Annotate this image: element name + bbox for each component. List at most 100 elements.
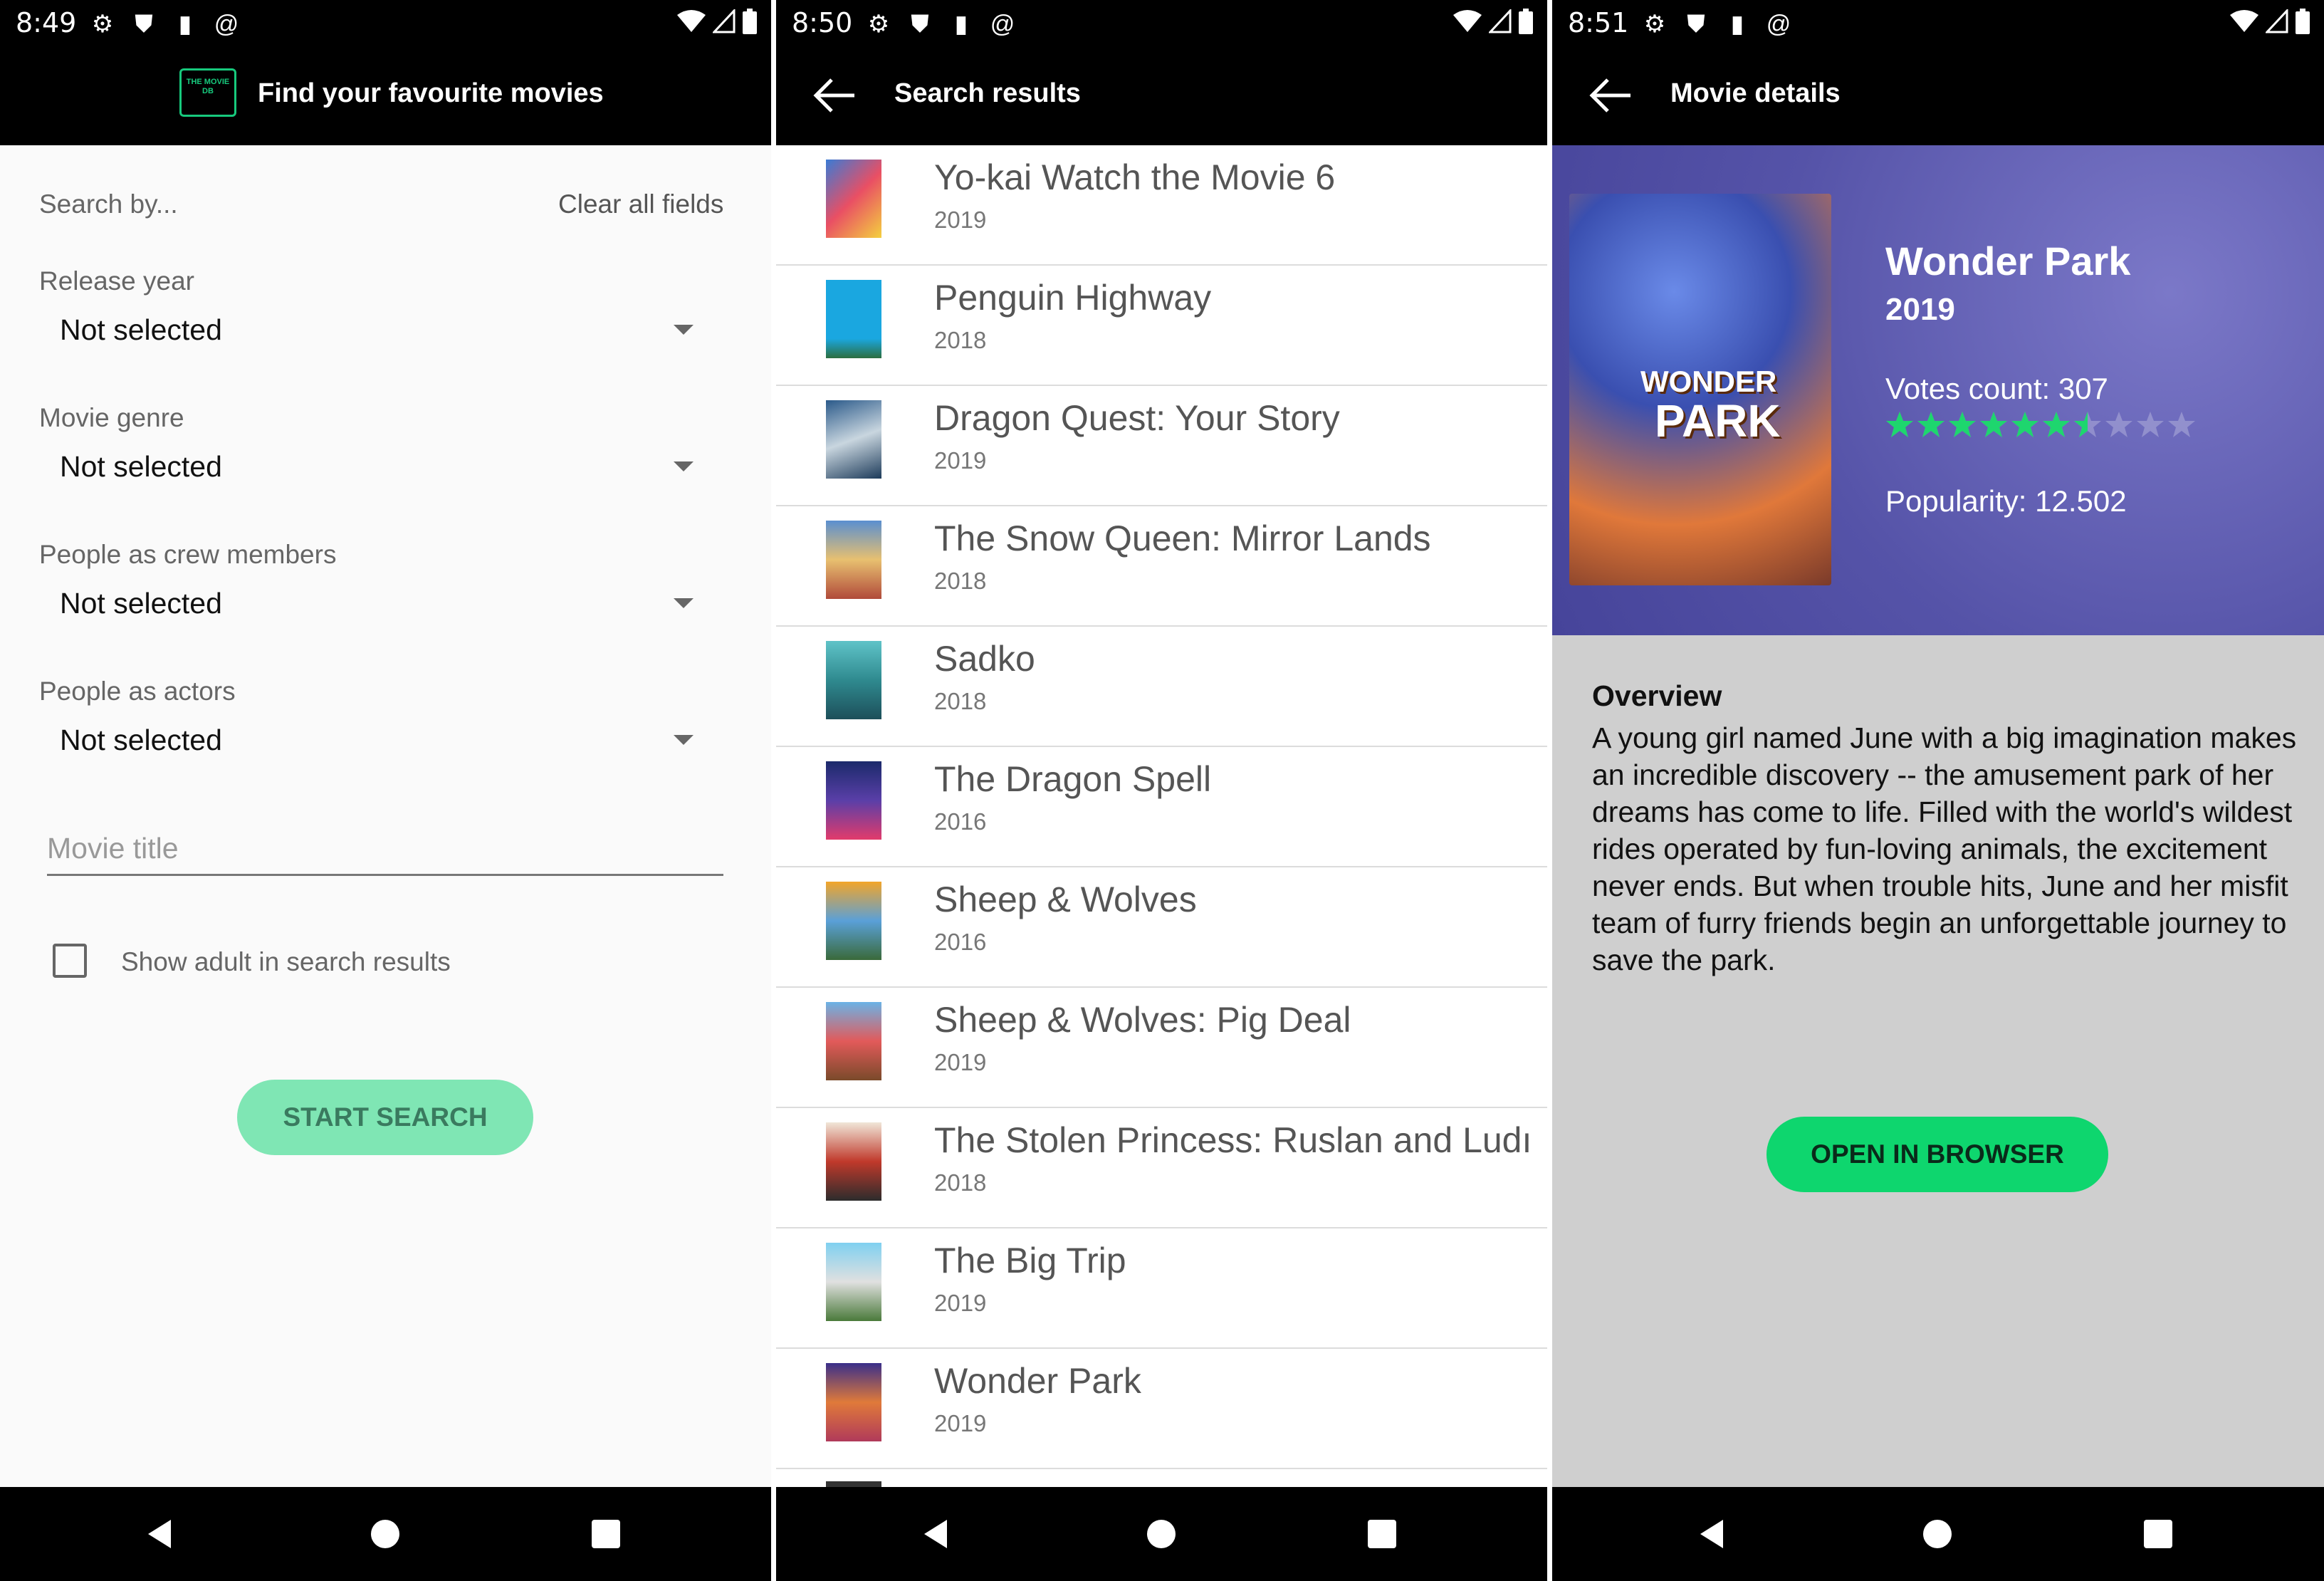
rating-star-icon xyxy=(2168,412,2195,437)
results-screen: 8:50 ⚙ ⛊ ▮ @ Search results Yo-kai Watch… xyxy=(776,0,1547,1581)
list-item[interactable]: Sheep & Wolves: Pig Deal 2019 xyxy=(776,988,1547,1108)
rating-star-icon xyxy=(1917,412,1944,437)
result-title: Sheep & Wolves xyxy=(934,880,1197,919)
poster-thumbnail xyxy=(826,1122,881,1201)
release-year-dropdown[interactable]: Not selected xyxy=(43,306,705,356)
result-title: Yo-kai Watch the Movie 6 xyxy=(934,157,1336,197)
result-year: 2019 xyxy=(934,207,987,233)
list-item[interactable]: Sheep & Wolves 2016 xyxy=(776,867,1547,988)
poster-thumbnail xyxy=(826,1002,881,1080)
start-search-button[interactable]: START SEARCH xyxy=(237,1080,533,1155)
dropdown-caret-icon xyxy=(674,325,693,335)
battery-icon xyxy=(1519,9,1533,34)
poster-title-line1: WONDER xyxy=(1640,365,1777,398)
crew-members-label: People as crew members xyxy=(39,540,337,569)
overview-heading: Overview xyxy=(1592,679,1722,712)
search-by-label: Search by... xyxy=(39,189,178,219)
app-bar: Movie details xyxy=(1552,47,2324,145)
sd-card-icon: ▮ xyxy=(954,11,968,38)
show-adult-label: Show adult in search results xyxy=(121,947,451,976)
rating-star-icon xyxy=(2105,412,2132,437)
settings-gear-icon: ⚙ xyxy=(91,11,114,38)
details-screen: 8:51 ⚙ ⛊ ▮ @ Movie details WONDER PARK W… xyxy=(1552,0,2324,1581)
back-nav-icon[interactable] xyxy=(142,1515,179,1553)
result-year: 2019 xyxy=(934,1410,987,1436)
back-arrow-icon[interactable] xyxy=(812,75,857,115)
movie-genre-dropdown[interactable]: Not selected xyxy=(43,443,705,493)
votes-count: Votes count: 307 xyxy=(1885,372,2108,405)
result-year: 2018 xyxy=(934,568,987,594)
page-title: Search results xyxy=(894,78,1081,108)
result-year: 2018 xyxy=(934,688,987,714)
list-item[interactable]: The Snow Queen: Mirror Lands 2018 xyxy=(776,506,1547,627)
overview-text: A young girl named June with a big imagi… xyxy=(1592,721,2297,976)
dropdown-caret-icon xyxy=(674,735,693,745)
list-item[interactable]: Wonder Park 2019 xyxy=(776,1349,1547,1469)
rating-star-icon xyxy=(2137,412,2164,437)
release-year-value: Not selected xyxy=(60,313,222,346)
movie-title-input[interactable]: Movie title xyxy=(47,819,723,876)
open-in-browser-button[interactable]: OPEN IN BROWSER xyxy=(1766,1117,2108,1192)
rating-stars xyxy=(1885,410,2196,439)
list-item[interactable]: The Stolen Princess: Ruslan and Ludı 201… xyxy=(776,1108,1547,1228)
crew-members-dropdown[interactable]: Not selected xyxy=(43,580,705,630)
rating-star-icon xyxy=(2011,412,2038,437)
wifi-icon xyxy=(1453,10,1482,32)
movie-year: 2019 xyxy=(1885,292,1955,327)
result-year: 2018 xyxy=(934,327,987,353)
list-item[interactable]: Yo-kai Watch the Movie 6 2019 xyxy=(776,145,1547,266)
result-year: 2019 xyxy=(934,447,987,474)
release-year-label: Release year xyxy=(39,266,195,296)
crew-members-value: Not selected xyxy=(60,587,222,620)
at-sign-icon: @ xyxy=(214,11,239,38)
home-nav-icon[interactable] xyxy=(367,1515,404,1553)
rating-star-icon xyxy=(1949,412,1976,437)
home-nav-icon[interactable] xyxy=(1919,1515,1956,1553)
result-title: The Big Trip xyxy=(934,1241,1126,1280)
actors-dropdown[interactable]: Not selected xyxy=(43,716,705,766)
poster-thumbnail xyxy=(826,400,881,479)
result-title: The Snow Queen: Mirror Lands xyxy=(934,518,1431,558)
shield-icon: ⛊ xyxy=(1687,11,1705,38)
signal-icon xyxy=(713,9,736,33)
actors-label: People as actors xyxy=(39,677,236,706)
status-time: 8:50 xyxy=(792,7,853,38)
rating-star-icon xyxy=(2043,412,2070,437)
nav-bar xyxy=(0,1487,771,1581)
clear-all-fields-button[interactable]: Clear all fields xyxy=(558,189,723,219)
back-nav-icon[interactable] xyxy=(918,1515,956,1553)
result-title: Sadko xyxy=(934,639,1035,679)
app-bar: Search results xyxy=(776,47,1547,145)
result-year: 2019 xyxy=(934,1049,987,1075)
poster-thumbnail xyxy=(826,882,881,960)
app-bar: THE MOVIE DB Find your favourite movies xyxy=(0,47,771,145)
status-bar: 8:49 ⚙ ⛊ ▮ @ xyxy=(0,0,771,47)
list-item[interactable]: The Big Trip 2019 xyxy=(776,1228,1547,1349)
sd-card-icon: ▮ xyxy=(178,11,192,38)
list-item[interactable]: Penguin Highway 2018 xyxy=(776,266,1547,386)
back-nav-icon[interactable] xyxy=(1695,1515,1732,1553)
back-arrow-icon[interactable] xyxy=(1588,75,1633,115)
shield-icon: ⛊ xyxy=(135,11,153,38)
list-item[interactable]: Dragon Quest: Your Story 2019 xyxy=(776,386,1547,506)
home-nav-icon[interactable] xyxy=(1143,1515,1180,1553)
result-year: 2018 xyxy=(934,1169,987,1196)
nav-bar xyxy=(1552,1487,2324,1581)
list-item[interactable]: The Dragon Spell 2016 xyxy=(776,747,1547,867)
recents-nav-icon[interactable] xyxy=(2140,1515,2177,1553)
status-bar: 8:50 ⚙ ⛊ ▮ @ xyxy=(776,0,1547,47)
show-adult-checkbox[interactable] xyxy=(53,944,87,978)
list-item[interactable]: Sadko 2018 xyxy=(776,627,1547,747)
wifi-icon xyxy=(677,10,706,32)
shield-icon: ⛊ xyxy=(911,11,929,38)
signal-icon xyxy=(2266,9,2288,33)
movie-poster: WONDER PARK xyxy=(1569,194,1831,585)
poster-thumbnail xyxy=(826,1243,881,1321)
recents-nav-icon[interactable] xyxy=(1363,1515,1401,1553)
result-year: 2019 xyxy=(934,1290,987,1316)
popularity: Popularity: 12.502 xyxy=(1885,484,2127,518)
nav-bar xyxy=(776,1487,1547,1581)
poster-thumbnail xyxy=(826,641,881,719)
settings-gear-icon: ⚙ xyxy=(1643,11,1666,38)
recents-nav-icon[interactable] xyxy=(587,1515,624,1553)
